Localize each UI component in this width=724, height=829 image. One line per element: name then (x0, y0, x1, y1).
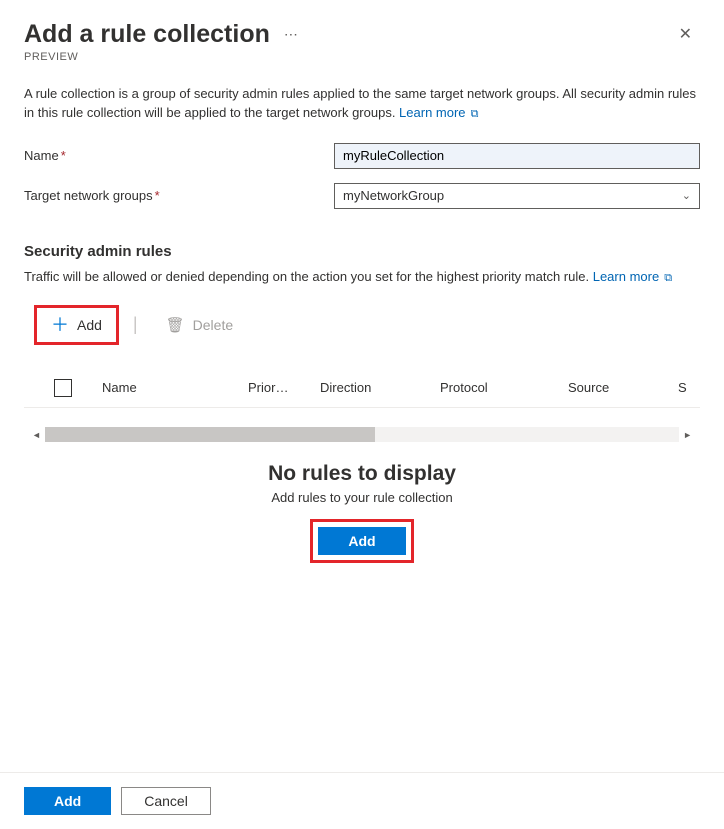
rules-section-title: Security admin rules (24, 243, 700, 260)
more-icon[interactable]: ⋯ (284, 26, 299, 43)
rules-section-desc: Traffic will be allowed or denied depend… (24, 268, 700, 287)
column-source[interactable]: Source (568, 380, 678, 395)
footer-cancel-button[interactable]: Cancel (121, 787, 211, 815)
footer-add-button[interactable]: Add (24, 787, 111, 815)
scroll-track[interactable] (45, 427, 679, 442)
horizontal-scrollbar[interactable]: ◄ ► (24, 426, 700, 444)
chevron-down-icon: ⌄ (682, 189, 691, 202)
name-input[interactable] (334, 143, 700, 169)
external-link-icon: ⧉ (661, 272, 672, 284)
name-label: Name* (24, 148, 334, 163)
empty-add-button[interactable]: Add (318, 527, 405, 555)
required-indicator: * (61, 148, 66, 163)
plus-icon: ＋ (51, 316, 69, 334)
description-body: A rule collection is a group of security… (24, 86, 696, 120)
description-text: A rule collection is a group of security… (24, 85, 700, 123)
column-source-port[interactable]: S (678, 380, 698, 395)
rules-learn-more-link[interactable]: Learn more ⧉ (593, 269, 672, 284)
delete-rule-button[interactable]: 🗑 Delete (152, 308, 248, 342)
target-groups-value: myNetworkGroup (343, 188, 444, 203)
close-icon[interactable]: ✕ (671, 20, 700, 48)
scroll-left-icon[interactable]: ◄ (30, 430, 43, 440)
required-indicator: * (155, 188, 160, 203)
column-priority[interactable]: Prior… (248, 380, 320, 395)
empty-state-subtitle: Add rules to your rule collection (24, 490, 700, 505)
column-name[interactable]: Name (102, 380, 248, 395)
trash-icon: 🗑 (166, 316, 185, 334)
toolbar-divider: | (133, 314, 138, 335)
scroll-thumb[interactable] (45, 427, 375, 442)
add-rule-button[interactable]: ＋ Add (34, 305, 119, 345)
empty-state-title: No rules to display (24, 462, 700, 486)
learn-more-link[interactable]: Learn more ⧉ (399, 105, 478, 120)
target-groups-label: Target network groups* (24, 188, 334, 203)
select-all-checkbox[interactable] (54, 379, 72, 397)
rules-table: Name Prior… Direction Protocol Source S … (24, 369, 700, 444)
column-direction[interactable]: Direction (320, 380, 440, 395)
scroll-right-icon[interactable]: ► (681, 430, 694, 440)
target-groups-select[interactable]: myNetworkGroup ⌄ (334, 183, 700, 209)
delete-rule-label: Delete (193, 317, 233, 333)
page-title: Add a rule collection (24, 20, 270, 49)
add-rule-label: Add (77, 317, 102, 333)
preview-label: PREVIEW (24, 51, 700, 63)
external-link-icon: ⧉ (468, 108, 479, 120)
column-protocol[interactable]: Protocol (440, 380, 568, 395)
